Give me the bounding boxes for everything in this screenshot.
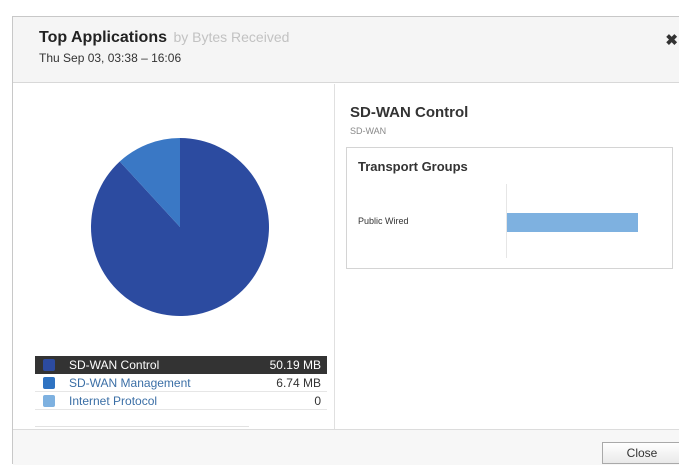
legend-value: 0 <box>314 394 321 408</box>
legend-label[interactable]: SD-WAN Management <box>69 376 191 390</box>
transport-groups-card: Transport Groups Public Wired <box>346 147 673 269</box>
detail-panel: SD-WAN Control SD-WAN Transport Groups P… <box>334 84 679 429</box>
legend-swatch <box>43 359 55 371</box>
legend-row[interactable]: SD-WAN Management 6.74 MB <box>35 374 327 392</box>
selected-app-name: SD-WAN Control <box>350 104 469 121</box>
legend-row[interactable]: Internet Protocol 0 <box>35 392 327 410</box>
legend-row[interactable]: SD-WAN Control 50.19 MB <box>35 356 327 374</box>
transport-row-label: Public Wired <box>358 216 409 226</box>
legend-swatch <box>43 395 55 407</box>
legend-swatch <box>43 377 55 389</box>
dialog-header: Top Applications by Bytes Received Thu S… <box>13 17 679 83</box>
selected-app-category: SD-WAN <box>350 126 387 136</box>
legend-label[interactable]: Internet Protocol <box>69 394 157 408</box>
applications-legend: SD-WAN Control 50.19 MB SD-WAN Management 6… <box>35 356 327 410</box>
close-icon[interactable]: ✖ <box>665 31 678 49</box>
dialog-title-main: Top Applications <box>39 29 167 46</box>
legend-value: 50.19 MB <box>269 358 321 372</box>
top-applications-dialog: Top Applications by Bytes Received Thu S… <box>12 16 679 465</box>
transport-groups-title: Transport Groups <box>358 159 468 174</box>
dialog-title: Top Applications by Bytes Received <box>39 29 289 47</box>
close-button[interactable]: Close <box>602 442 679 464</box>
dialog-time-range: Thu Sep 03, 03:38 – 16:06 <box>39 51 182 65</box>
dialog-footer: Close <box>13 429 679 465</box>
legend-value: 6.74 MB <box>276 376 321 390</box>
legend-label[interactable]: SD-WAN Control <box>69 358 159 372</box>
chart-panel: SD-WAN Control 50.19 MB SD-WAN Management 6… <box>13 84 333 429</box>
dialog-title-metric: by Bytes Received <box>173 29 290 45</box>
legend-divider <box>35 426 249 427</box>
transport-bar-public-wired[interactable] <box>507 213 638 232</box>
applications-pie-chart[interactable] <box>90 137 270 317</box>
